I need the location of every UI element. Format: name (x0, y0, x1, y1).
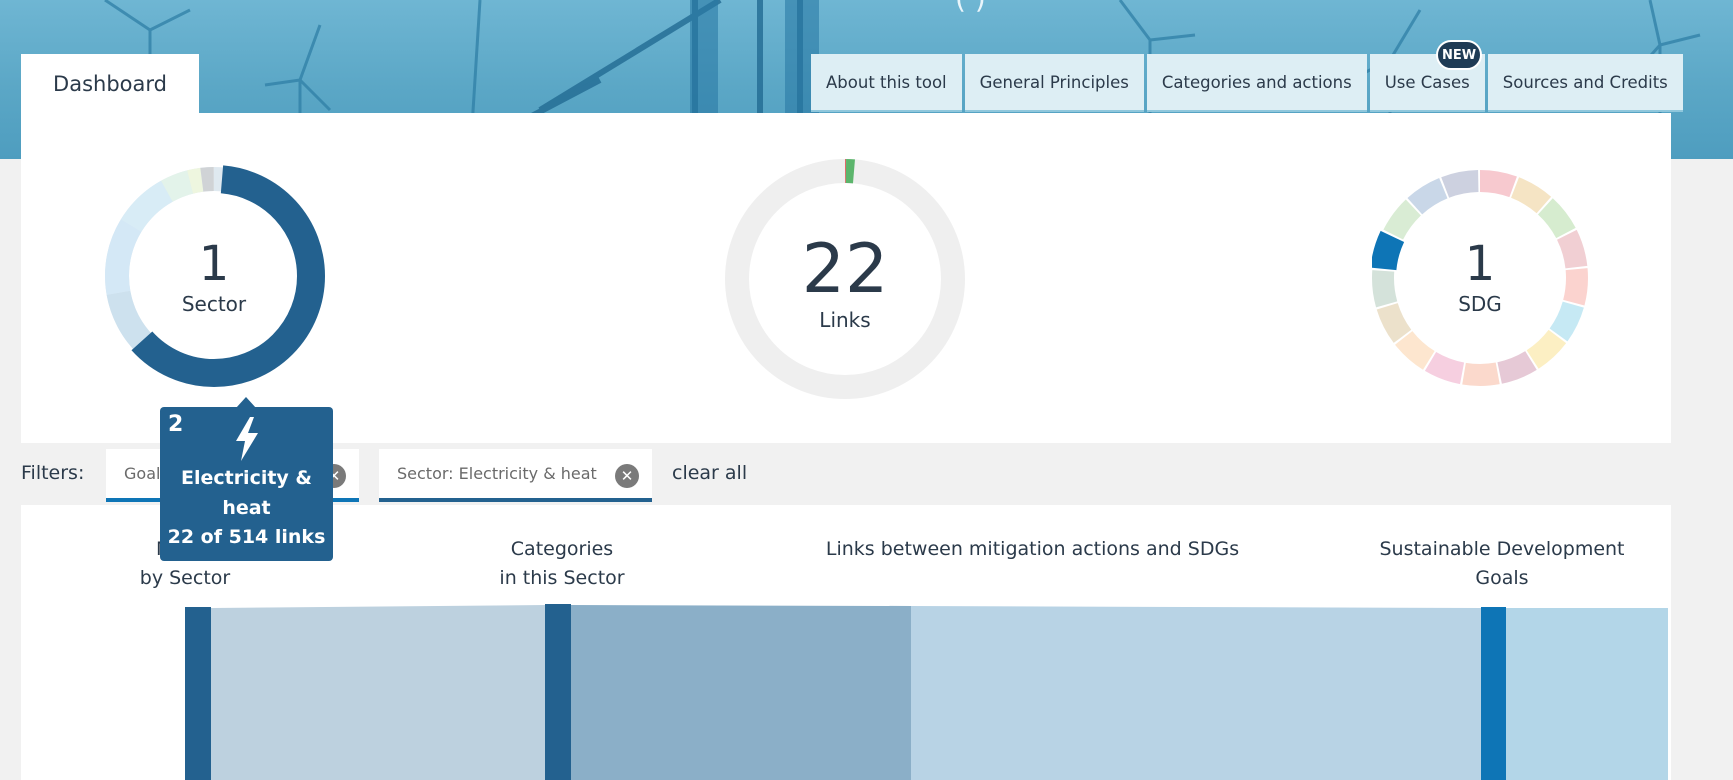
sector-tooltip: 2 Electricity & heat 22 of 514 links (160, 397, 333, 561)
lightning-bolt-icon (235, 417, 258, 461)
sankey-node-sector[interactable] (185, 607, 211, 780)
sankey-flow-sector-category[interactable] (211, 605, 546, 780)
sankey-node-sdg[interactable] (1481, 607, 1506, 780)
tooltip-index: 2 (168, 412, 184, 437)
sankey-flow-sdg[interactable] (1505, 608, 1668, 780)
sankey-flow-category-sdg[interactable] (911, 606, 1481, 780)
tooltip-sector-name: Electricity & heat (180, 467, 313, 519)
tooltip-links: 22 of 514 links (167, 526, 326, 548)
sankey-node-category[interactable] (545, 604, 571, 780)
sankey-diagram (185, 604, 1668, 780)
sankey-flow-category[interactable] (570, 605, 911, 780)
